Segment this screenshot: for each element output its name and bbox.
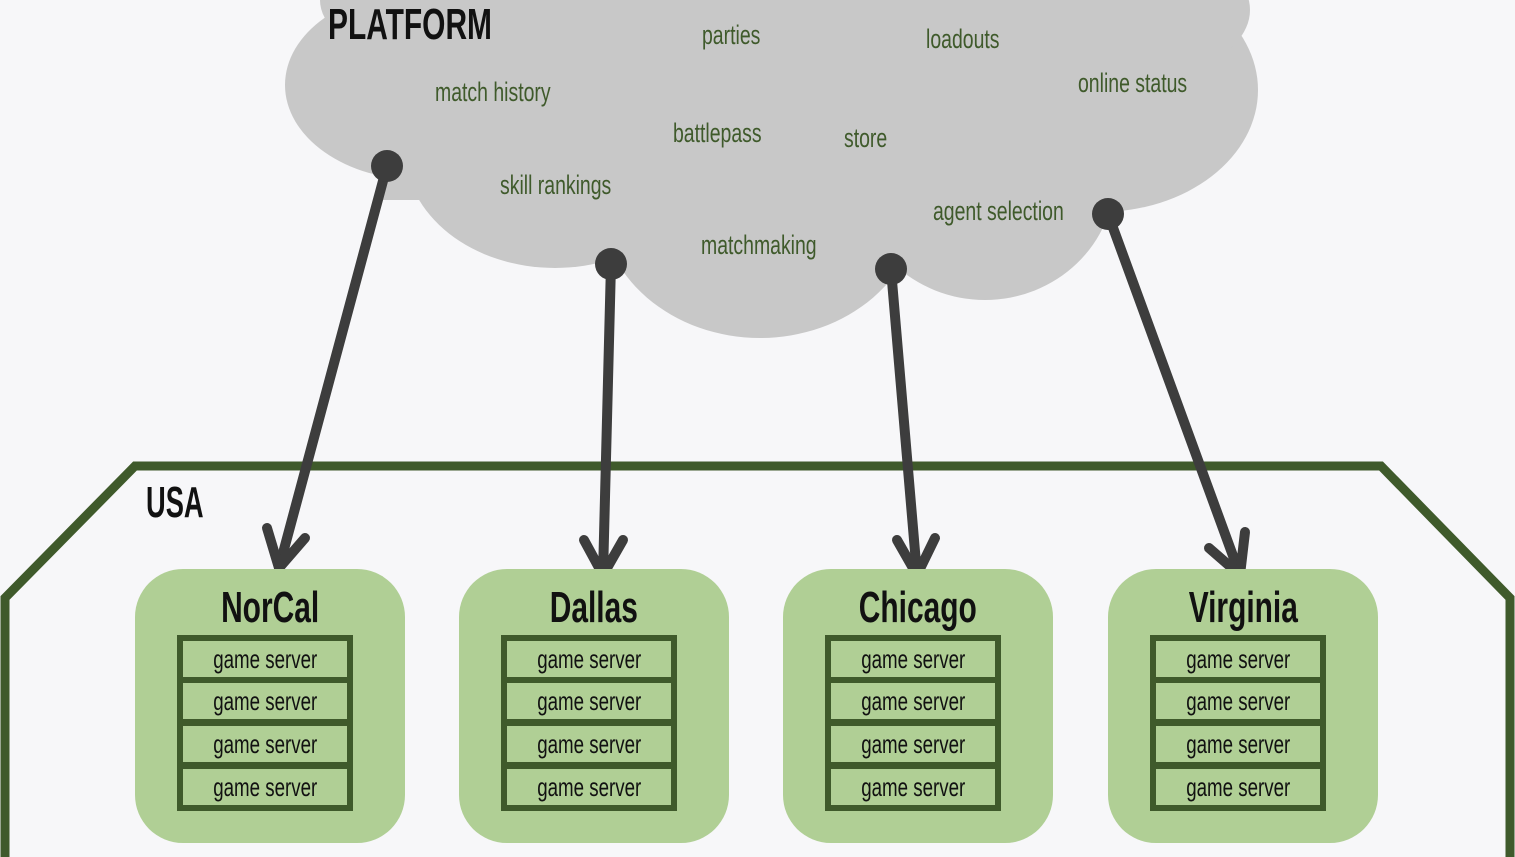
service-skill-rankings: skill rankings: [500, 170, 612, 200]
region-name: NorCal: [220, 583, 320, 632]
anchor-dot-dallas: [595, 248, 627, 280]
service-battlepass: battlepass: [673, 118, 762, 148]
game-server: game server: [831, 683, 995, 719]
anchor-dot-norcal: [371, 150, 403, 182]
service-matchmaking: matchmaking: [701, 230, 817, 260]
platform-title: PLATFORM: [328, 0, 492, 49]
game-server: game server: [1156, 726, 1320, 762]
region-name: Dallas: [549, 583, 639, 632]
game-server: game server: [507, 726, 671, 762]
region-chicago: Chicago game server game server game ser…: [783, 569, 1053, 843]
arrow-to-norcal: [262, 161, 392, 573]
region-name: Virginia: [1188, 583, 1298, 632]
country-label: USA: [146, 478, 204, 527]
region-virginia: Virginia game server game server game se…: [1108, 569, 1378, 843]
game-server: game server: [507, 641, 671, 677]
arrow-to-dallas: [579, 259, 628, 580]
server-rack: game server game server game server game…: [825, 635, 1001, 811]
arrow-to-chicago: [886, 264, 940, 580]
server-rack: game server game server game server game…: [177, 635, 353, 811]
game-server: game server: [507, 769, 671, 805]
service-store: store: [844, 123, 888, 153]
game-server: game server: [507, 683, 671, 719]
service-match-history: match history: [435, 77, 551, 107]
service-loadouts: loadouts: [926, 24, 1000, 54]
game-server: game server: [831, 726, 995, 762]
region-dallas: Dallas game server game server game serv…: [459, 569, 729, 843]
server-rack: game server game server game server game…: [501, 635, 677, 811]
anchor-dot-chicago: [875, 253, 907, 285]
service-agent-selection: agent selection: [933, 196, 1064, 226]
game-server: game server: [831, 769, 995, 805]
game-server: game server: [831, 641, 995, 677]
anchor-dot-virginia: [1092, 198, 1124, 230]
game-server: game server: [183, 641, 347, 677]
arrow-to-virginia: [1103, 209, 1250, 580]
game-server: game server: [183, 683, 347, 719]
game-server: game server: [1156, 769, 1320, 805]
game-server: game server: [183, 769, 347, 805]
region-name: Chicago: [858, 583, 978, 632]
service-online-status: online status: [1078, 68, 1188, 98]
service-parties: parties: [702, 20, 761, 50]
game-server: game server: [1156, 641, 1320, 677]
server-rack: game server game server game server game…: [1150, 635, 1326, 811]
game-server: game server: [1156, 683, 1320, 719]
platform-cloud: [285, 0, 1258, 338]
game-server: game server: [183, 726, 347, 762]
region-norcal: NorCal game server game server game serv…: [135, 569, 405, 843]
